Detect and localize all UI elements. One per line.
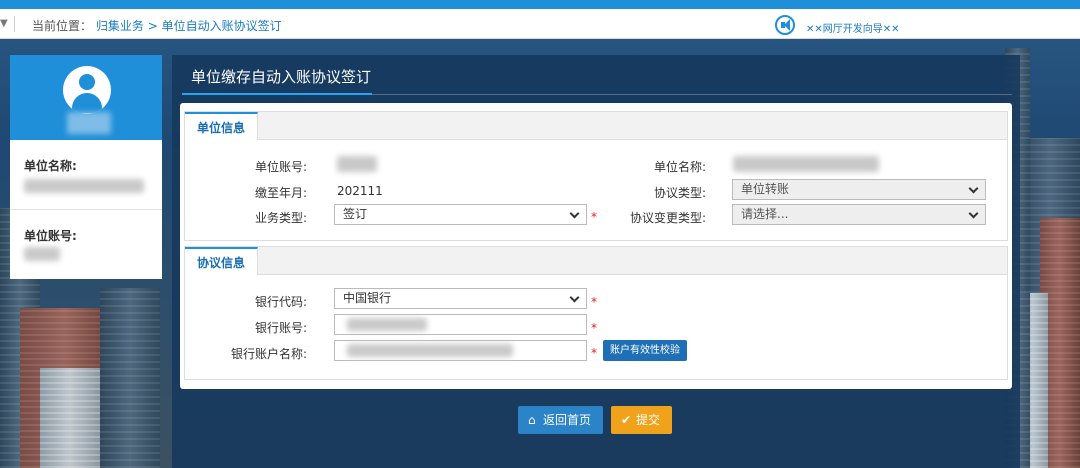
divider — [10, 209, 162, 210]
check-icon: ✔ — [621, 413, 632, 427]
breadcrumb-bar: ▼ 当前位置： 归集业务 > 单位自动入账协议签订 ✕✕网厅开发向导✕✕ — [0, 9, 1080, 39]
section-header: 单位信息 — [185, 112, 1007, 140]
business-type-value: 签订 — [343, 207, 368, 221]
change-type-placeholder: 请选择... — [741, 207, 789, 221]
paid-until-value: 202111 — [337, 184, 383, 198]
breadcrumb-link-collection[interactable]: 归集业务 — [96, 19, 144, 33]
guide-link[interactable]: ✕✕网厅开发向导✕✕ — [806, 20, 900, 35]
main-panel: 单位缴存自动入账协议签订 单位信息 单位账号: 单位名称: 缴至年月: 2021… — [172, 55, 1020, 468]
user-avatar-icon — [63, 66, 111, 114]
bank-code-label: 银行代码: — [255, 295, 308, 309]
chevron-down-icon[interactable]: ▼ — [0, 18, 8, 29]
submit-label: 提交 — [636, 413, 661, 427]
user-card-header — [10, 55, 162, 140]
unit-account-label: 单位账号: — [24, 229, 77, 243]
redacted-unit-name — [24, 179, 144, 193]
bank-account-name-label: 银行账户名称: — [231, 347, 308, 361]
required-mark: * — [591, 295, 597, 309]
unit-account-label: 单位账号: — [255, 160, 308, 174]
agreement-info-section: 协议信息 银行代码: 中国银行 * 银行账号: * 银行账户名称: * 账户有效… — [184, 246, 1008, 380]
change-type-label: 协议变更类型: — [630, 211, 707, 225]
bank-code-value: 中国银行 — [343, 291, 392, 305]
chevron-down-icon — [569, 292, 580, 303]
required-mark: * — [591, 321, 597, 335]
agreement-type-label: 协议类型: — [654, 186, 707, 200]
required-mark: * — [591, 346, 597, 360]
home-icon: ⌂ — [528, 413, 536, 427]
section-title: 单位信息 — [185, 112, 259, 140]
top-accent-bar — [0, 0, 1080, 9]
bank-code-select[interactable]: 中国银行 — [334, 288, 587, 309]
title-underline — [182, 93, 372, 95]
redacted-unit-account — [337, 156, 377, 172]
redacted-user-name — [67, 112, 111, 134]
unit-info-section: 单位信息 单位账号: 单位名称: 缴至年月: 202111 协议类型: 单位转账… — [184, 111, 1008, 241]
redacted-bank-account-name — [347, 344, 513, 357]
page-title: 单位缴存自动入账协议签订 — [191, 68, 372, 86]
chevron-down-icon — [968, 183, 979, 194]
chevron-down-icon — [968, 208, 979, 219]
breadcrumb-current-page[interactable]: 单位自动入账协议签订 — [162, 19, 282, 33]
user-card: 单位名称: 单位账号: — [10, 55, 162, 279]
unit-name-label: 单位名称: — [654, 160, 707, 174]
breadcrumb: 当前位置： 归集业务 > 单位自动入账协议签订 — [32, 17, 282, 34]
bank-account-name-input[interactable] — [334, 340, 587, 361]
return-home-label: 返回首页 — [543, 413, 592, 427]
redacted-unit-name — [733, 156, 879, 172]
speaker-icon[interactable] — [775, 15, 795, 35]
breadcrumb-prefix: 当前位置： — [32, 19, 93, 33]
divider — [14, 16, 15, 32]
redacted-bank-account — [347, 318, 427, 331]
return-home-button[interactable]: ⌂ 返回首页 — [518, 406, 603, 434]
verify-account-button[interactable]: 账户有效性校验 — [603, 340, 687, 361]
section-title: 协议信息 — [185, 247, 259, 275]
section-header: 协议信息 — [185, 247, 1007, 275]
redacted-unit-account — [24, 247, 60, 261]
divider — [372, 94, 1012, 95]
submit-button[interactable]: ✔ 提交 — [611, 406, 672, 434]
required-mark: * — [591, 210, 597, 224]
chevron-down-icon — [569, 208, 580, 219]
business-type-select[interactable]: 签订 — [334, 204, 587, 225]
agreement-type-select[interactable]: 单位转账 — [732, 179, 986, 200]
form-card: 单位信息 单位账号: 单位名称: 缴至年月: 202111 协议类型: 单位转账… — [180, 103, 1012, 389]
business-type-label: 业务类型: — [255, 211, 308, 225]
agreement-type-value: 单位转账 — [741, 182, 790, 196]
change-type-select[interactable]: 请选择... — [732, 204, 986, 225]
breadcrumb-separator: > — [147, 19, 158, 33]
unit-name-label: 单位名称: — [24, 159, 77, 173]
bank-account-label: 银行账号: — [255, 321, 308, 335]
bank-account-input[interactable] — [334, 314, 587, 335]
paid-until-label: 缴至年月: — [255, 186, 308, 200]
